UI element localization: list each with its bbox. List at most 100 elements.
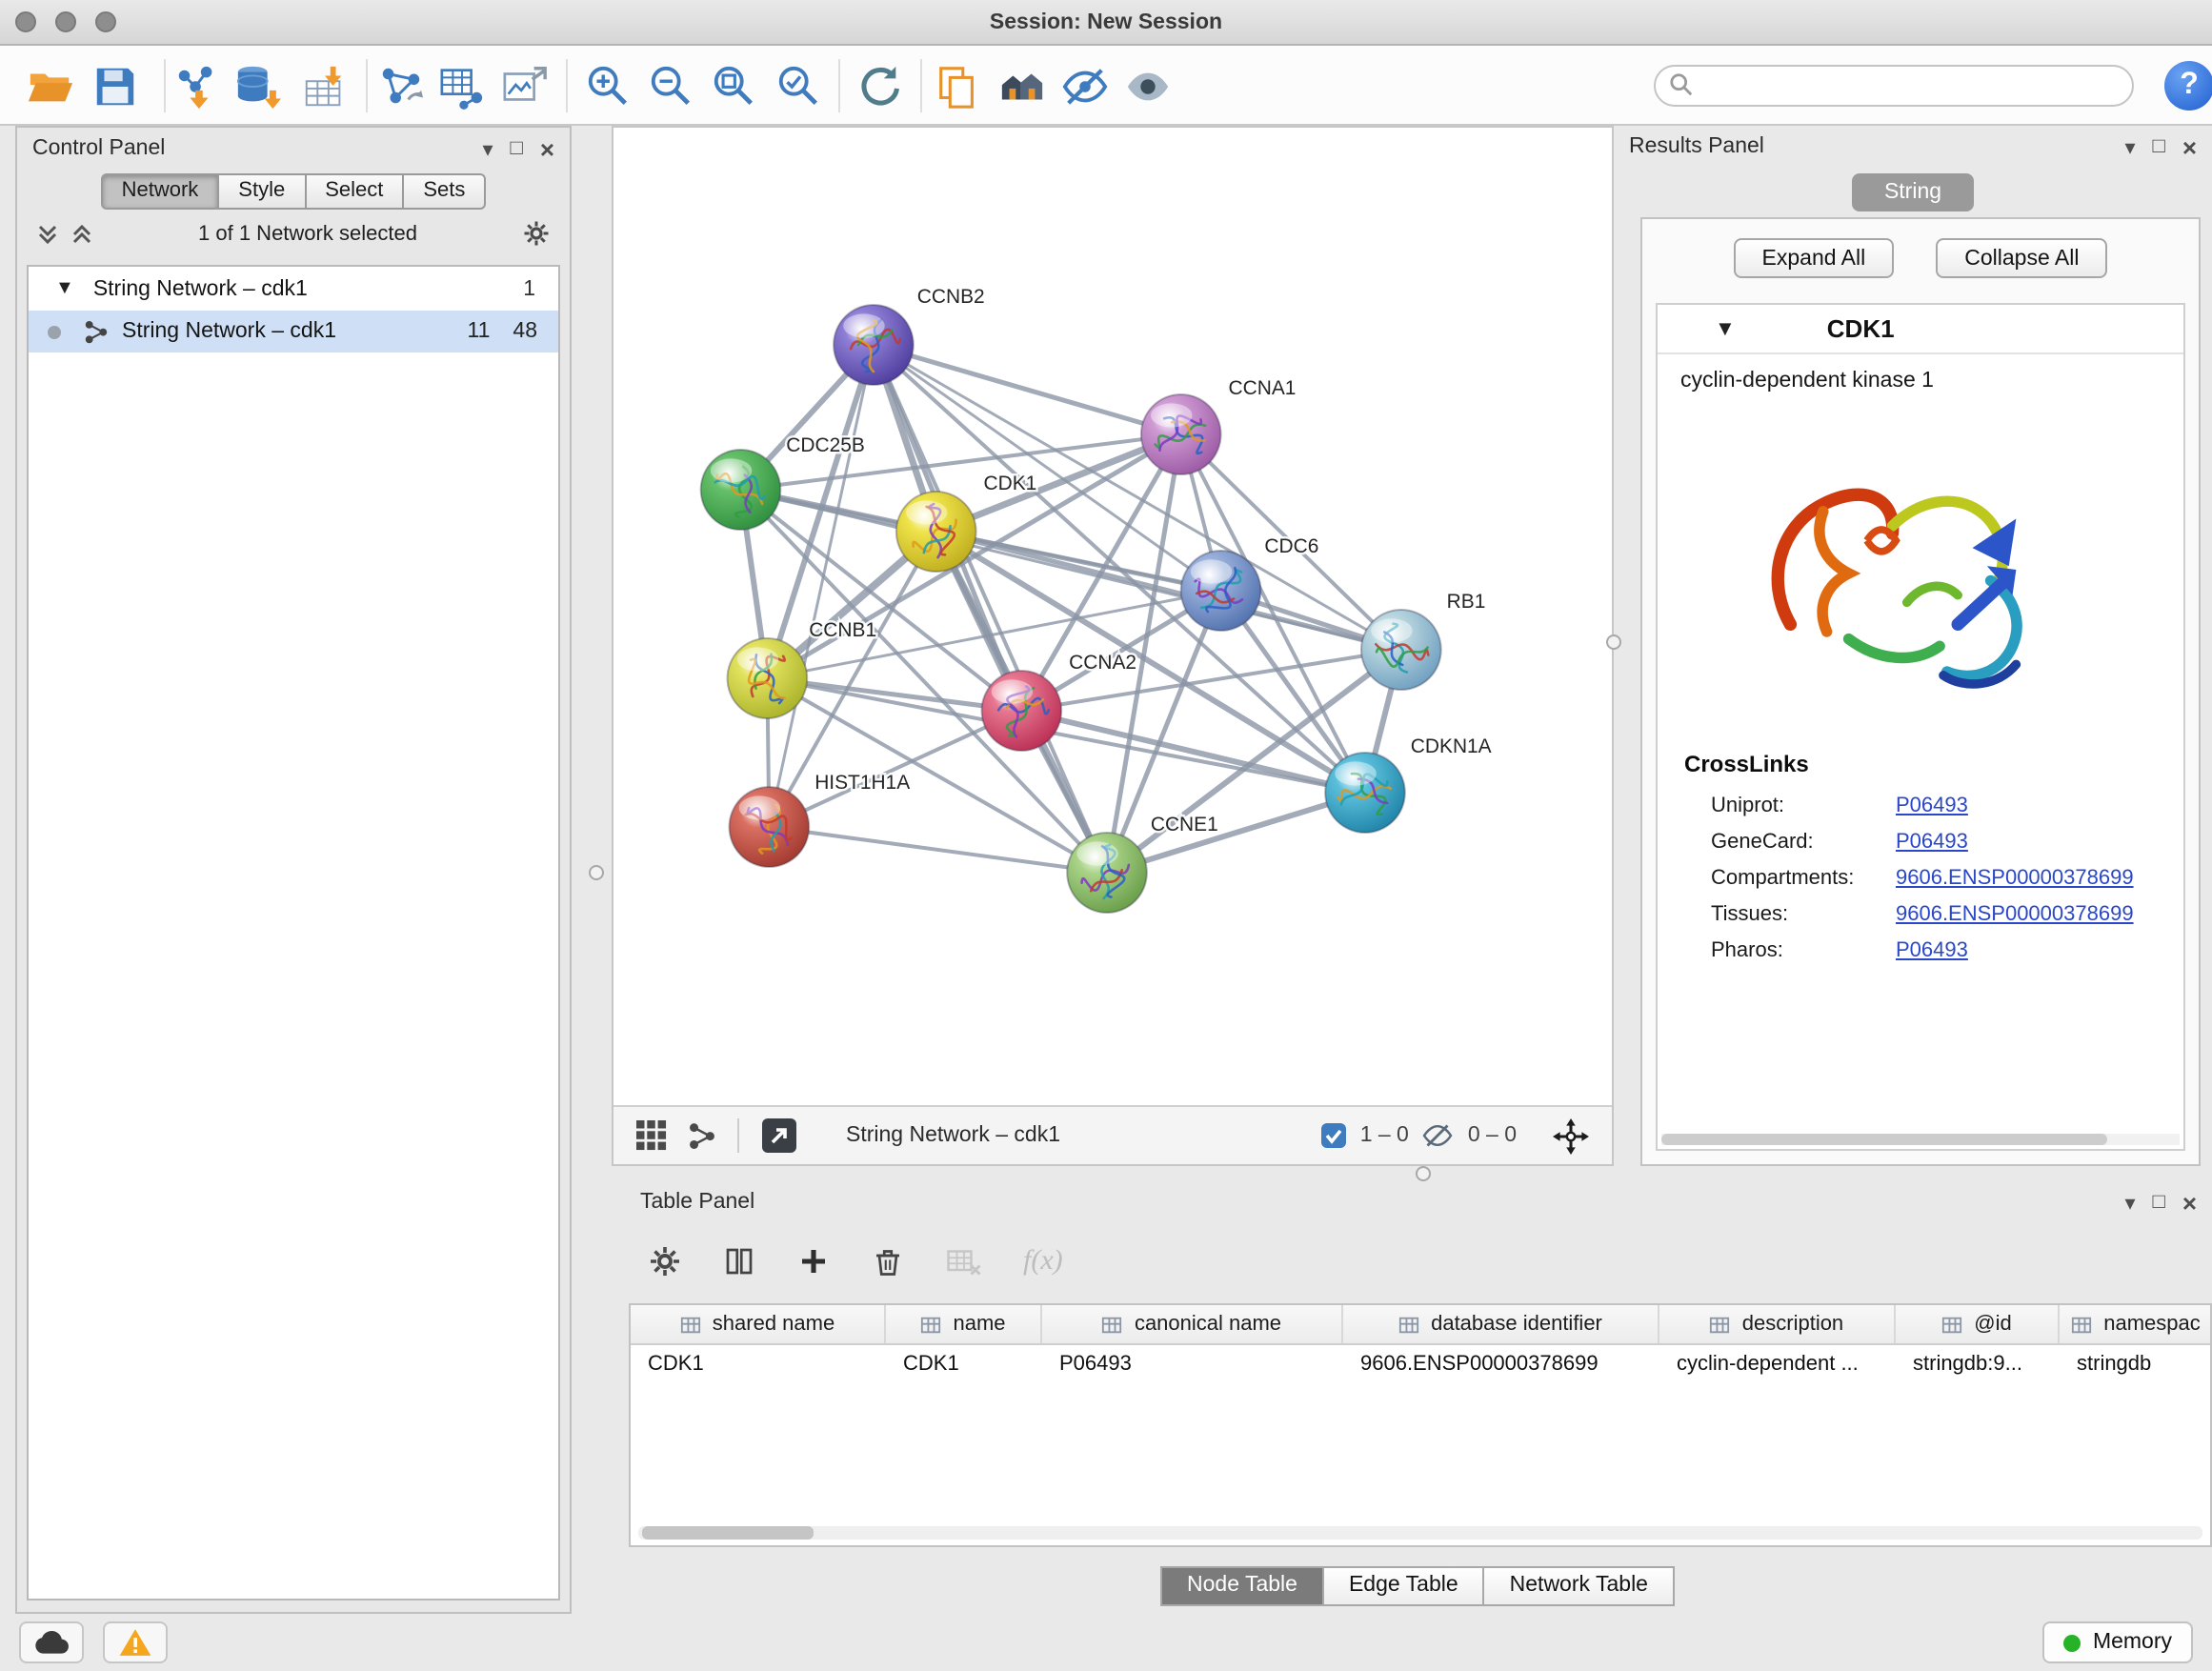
gear-icon[interactable] xyxy=(522,219,551,248)
column-header-namespac[interactable]: namespac xyxy=(2060,1305,2212,1343)
window-close-button[interactable] xyxy=(15,11,36,32)
tab-network-table[interactable]: Network Table xyxy=(1483,1566,1675,1606)
tab-style[interactable]: Style xyxy=(217,173,306,210)
selected-checkbox-icon[interactable] xyxy=(1320,1122,1347,1149)
network-view-panel: CCNB2CCNA1CDC25BCDK1CDC6RB1CCNB1CCNA2CDK… xyxy=(612,126,1614,1166)
open-session-button[interactable] xyxy=(23,59,76,112)
add-column-icon[interactable] xyxy=(796,1244,831,1278)
crosslink-link[interactable]: 9606.ENSP00000378699 xyxy=(1896,866,2134,889)
results-scrollbar[interactable] xyxy=(1661,1134,2180,1145)
collapse-all-button[interactable]: Collapse All xyxy=(1936,238,2107,278)
table-cell[interactable]: stringdb xyxy=(2060,1345,2212,1383)
network-collection-row[interactable]: ▼ String Network – cdk1 1 xyxy=(29,267,558,311)
tab-string[interactable]: String xyxy=(1852,173,1974,211)
network-canvas[interactable]: CCNB2CCNA1CDC25BCDK1CDC6RB1CCNB1CCNA2CDK… xyxy=(613,128,1612,1109)
zoom-out-button[interactable] xyxy=(644,59,697,112)
window-zoom-button[interactable] xyxy=(95,11,116,32)
column-header-name[interactable]: name xyxy=(886,1305,1042,1343)
tab-select[interactable]: Select xyxy=(304,173,404,210)
panel-menu-icon[interactable]: ▾ xyxy=(2124,134,2135,159)
show-columns-icon[interactable] xyxy=(722,1244,756,1278)
table-cell[interactable]: CDK1 xyxy=(631,1345,886,1383)
collapse-all-icon[interactable] xyxy=(36,222,59,245)
column-header-database-identifier[interactable]: database identifier xyxy=(1343,1305,1659,1343)
hidden-eye-icon[interactable] xyxy=(1422,1122,1455,1149)
table-cell[interactable]: cyclin-dependent ... xyxy=(1659,1345,1896,1383)
crosslink-label: Pharos: xyxy=(1711,938,1896,961)
zoom-in-button[interactable] xyxy=(581,59,634,112)
panel-float-icon[interactable]: □ xyxy=(511,137,523,160)
pan-crosshair-icon[interactable] xyxy=(1553,1117,1589,1154)
table-cell[interactable]: CDK1 xyxy=(886,1345,1042,1383)
splitter-handle[interactable] xyxy=(1606,634,1621,650)
zoom-selected-button[interactable] xyxy=(772,59,825,112)
control-panel-header: Control Panel ▾ □ × xyxy=(17,128,570,170)
panel-close-icon[interactable]: × xyxy=(2182,1188,2197,1217)
table-row[interactable]: CDK1CDK1P064939606.ENSP00000378699cyclin… xyxy=(631,1345,2210,1383)
duplicate-button[interactable] xyxy=(930,59,983,112)
cloud-status-button[interactable] xyxy=(19,1621,84,1663)
import-network-database-button[interactable] xyxy=(231,59,284,112)
import-network-button[interactable] xyxy=(170,59,223,112)
new-table-button[interactable] xyxy=(434,59,488,112)
network-node-CDC25B: CDC25B xyxy=(701,434,865,530)
show-all-button[interactable] xyxy=(1120,59,1174,112)
protein-card-header[interactable]: ▼ CDK1 xyxy=(1658,305,2183,354)
hide-selected-button[interactable] xyxy=(1057,59,1111,112)
disclosure-triangle-icon[interactable]: ▼ xyxy=(1715,317,1736,340)
svg-text:CDC25B: CDC25B xyxy=(786,434,865,456)
tab-edge-table[interactable]: Edge Table xyxy=(1322,1566,1485,1606)
save-session-button[interactable] xyxy=(88,59,141,112)
crosslink-link[interactable]: P06493 xyxy=(1896,794,1968,816)
table-cell[interactable]: P06493 xyxy=(1042,1345,1343,1383)
delete-column-icon[interactable] xyxy=(871,1244,905,1278)
expand-all-button[interactable]: Expand All xyxy=(1734,238,1895,278)
search-input[interactable] xyxy=(1654,65,2134,107)
splitter-handle[interactable] xyxy=(589,865,604,880)
delete-table-icon-disabled xyxy=(945,1244,983,1278)
table-scrollbar[interactable] xyxy=(638,1526,2202,1540)
disclosure-triangle-icon[interactable]: ▼ xyxy=(55,278,74,299)
column-header-description[interactable]: description xyxy=(1659,1305,1896,1343)
panel-menu-icon[interactable]: ▾ xyxy=(2124,1190,2135,1215)
table-toolbar: f(x) xyxy=(648,1227,1063,1296)
window-minimize-button[interactable] xyxy=(55,11,76,32)
panel-close-icon[interactable]: × xyxy=(2182,132,2197,161)
crosslinks-list: Uniprot:P06493GeneCard:P06493Compartment… xyxy=(1658,787,2183,968)
column-header--id[interactable]: @id xyxy=(1896,1305,2060,1343)
panel-float-icon[interactable]: □ xyxy=(2153,1191,2165,1214)
panel-menu-icon[interactable]: ▾ xyxy=(482,136,493,161)
control-panel: Control Panel ▾ □ × NetworkStyleSelectSe… xyxy=(15,126,572,1614)
splitter-handle[interactable] xyxy=(1416,1166,1431,1181)
table-cell[interactable]: 9606.ENSP00000378699 xyxy=(1343,1345,1659,1383)
refresh-button[interactable] xyxy=(852,59,905,112)
export-network-icon[interactable] xyxy=(760,1117,798,1155)
table-settings-gear-icon[interactable] xyxy=(648,1244,682,1278)
tab-sets[interactable]: Sets xyxy=(402,173,486,210)
home-button[interactable] xyxy=(995,59,1048,112)
search-box xyxy=(1654,65,2134,107)
crosslink-link[interactable]: P06493 xyxy=(1896,830,1968,853)
table-cell[interactable]: stringdb:9... xyxy=(1896,1345,2060,1383)
birdseye-view-icon[interactable] xyxy=(688,1121,716,1150)
grid-view-icon[interactable] xyxy=(636,1120,667,1151)
warnings-button[interactable] xyxy=(103,1621,168,1663)
string-results-body: Expand All Collapse All ▼ CDK1 cyclin-de… xyxy=(1640,217,2201,1166)
column-header-shared-name[interactable]: shared name xyxy=(631,1305,886,1343)
expand-all-icon[interactable] xyxy=(70,222,93,245)
panel-float-icon[interactable]: □ xyxy=(2153,135,2165,158)
tab-network[interactable]: Network xyxy=(101,173,220,210)
column-header-canonical-name[interactable]: canonical name xyxy=(1042,1305,1343,1343)
help-button[interactable]: ? xyxy=(2164,61,2212,111)
export-image-button[interactable] xyxy=(497,59,551,112)
crosslink-link[interactable]: P06493 xyxy=(1896,938,1968,961)
panel-close-icon[interactable]: × xyxy=(540,134,554,163)
crosslink-link[interactable]: 9606.ENSP00000378699 xyxy=(1896,902,2134,925)
tab-node-table[interactable]: Node Table xyxy=(1160,1566,1324,1606)
memory-button[interactable]: Memory xyxy=(2043,1621,2193,1663)
new-network-button[interactable] xyxy=(373,59,427,112)
import-table-button[interactable] xyxy=(297,59,351,112)
control-panel-tabs: NetworkStyleSelectSets xyxy=(17,173,570,210)
network-row-selected[interactable]: String Network – cdk1 11 48 xyxy=(29,311,558,352)
zoom-fit-button[interactable] xyxy=(707,59,760,112)
